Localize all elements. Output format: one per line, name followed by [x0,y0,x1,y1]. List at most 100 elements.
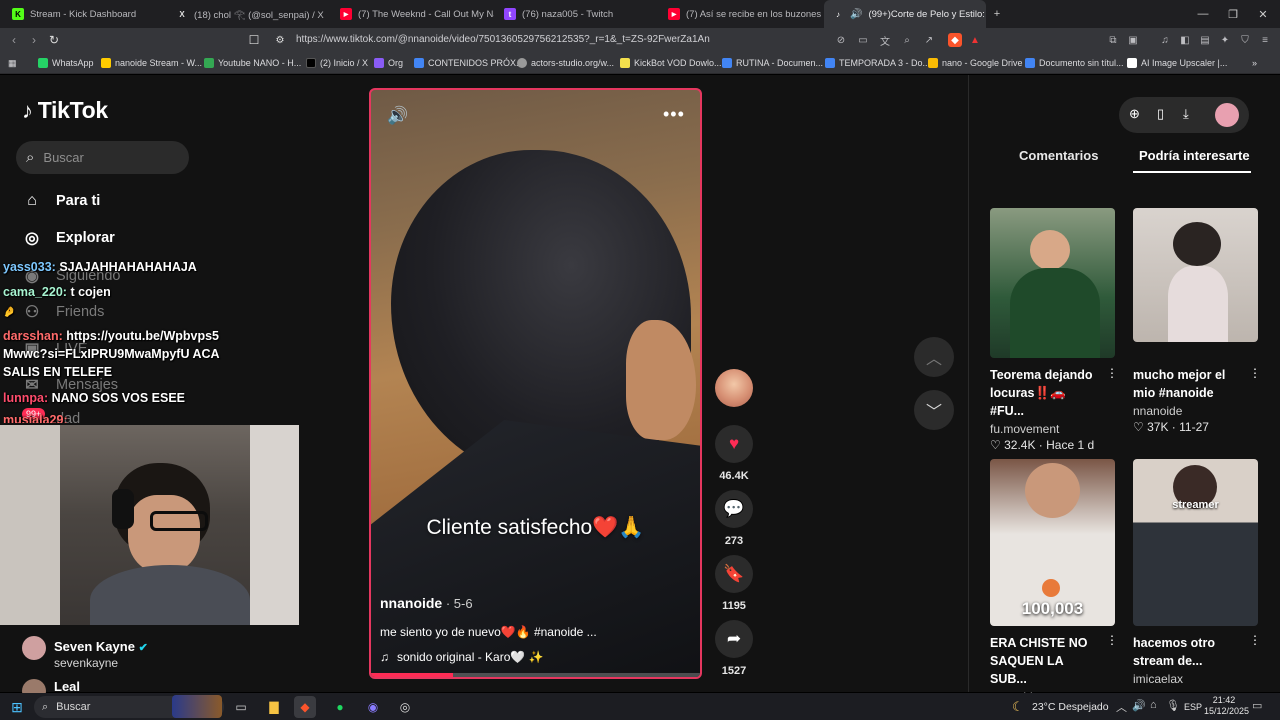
bookmark-item[interactable]: CONTENIDOS PRÓX... [414,56,524,70]
bookmark-item[interactable]: Documento sin títul... [1025,56,1124,70]
like-button[interactable]: ♥ 46.4K [715,425,753,482]
more-options-icon[interactable]: ⋮ [1106,366,1118,380]
clock[interactable]: 21:42 15/12/2025 [1204,695,1249,717]
following-name[interactable]: Seven Kayne ✔ [54,639,148,654]
video-author[interactable]: nnanoide · 5-6 [380,595,473,611]
extensions-icon[interactable]: ⧉ [1106,33,1120,47]
obs-icon[interactable]: ◎ [394,696,416,718]
coins-icon[interactable]: ⊕ [1129,106,1140,122]
forward-icon[interactable]: › [26,32,42,48]
volume-icon[interactable]: 🔊 [387,106,408,126]
cast-icon[interactable]: ▭ [856,33,870,47]
windows-start-icon[interactable]: ⊞ [6,696,28,718]
more-options-icon[interactable]: ⋮ [1249,633,1261,647]
reader-icon[interactable]: ⊘ [834,33,848,47]
tab-recommended[interactable]: Podría interesarte [1139,148,1250,163]
translate-icon[interactable]: 文 [878,33,892,48]
bookmark-item[interactable]: nanoide Stream - W... [101,56,202,70]
bookmark-item[interactable]: AI Image Upscaler |... [1127,56,1227,70]
site-info-icon[interactable]: ⚙ [272,32,288,48]
discord-icon[interactable]: ◉ [362,696,384,718]
nav-for-you[interactable]: ⌂ Para ti [22,191,100,211]
brave-browser-icon[interactable]: ◆ [294,696,316,718]
video-sound[interactable]: ♫ sonido original - Karo🤍 ✨ [380,650,544,664]
bookmark-item[interactable]: RUTINA - Documen... [722,56,823,70]
comment-button[interactable]: 💬 273 [715,490,753,547]
next-video-button[interactable]: ﹀ [914,390,954,430]
more-bookmarks-icon[interactable]: » [1252,56,1257,70]
brave-shield-icon[interactable]: ◆ [948,33,962,47]
spotify-icon[interactable]: ● [329,696,351,718]
zoom-icon[interactable]: ⌕ [900,33,914,47]
video-thumbnail[interactable] [1133,208,1258,342]
restore-icon[interactable]: ❐ [1218,0,1248,28]
brave-rewards-icon[interactable]: ▲ [968,33,982,47]
language-indicator[interactable]: ESP [1184,702,1202,712]
task-view-icon[interactable]: ▭ [230,696,252,718]
video-thumbnail[interactable]: 100,003 [990,459,1115,626]
tiktok-logo[interactable]: ♪ TikTok [22,97,108,124]
bookmark-item[interactable]: KickBot VOD Dowlo... [620,56,722,70]
close-window-icon[interactable]: ✕ [1248,0,1278,28]
profile-avatar[interactable] [1215,103,1239,127]
notifications-icon[interactable]: ▭ [1252,699,1262,712]
minimize-icon[interactable]: — [1188,0,1218,28]
reload-icon[interactable]: ↻ [46,32,62,48]
video-card-author[interactable]: fu.movement [990,422,1115,436]
network-icon[interactable]: ⌂ [1150,699,1157,711]
browser-tab[interactable]: ▶ (7) Así se recibe en los buzones de la [660,0,822,28]
video-description[interactable]: me siento yo de nuevo❤️🔥 #nanoide ... [380,625,597,639]
browser-tab[interactable]: X (18) chol 𓂀 (@sol_senpai) / X [168,0,330,28]
bookmark-item[interactable]: (2) Inicio / X [306,56,368,70]
mic-icon[interactable]: 🎙 [1166,699,1180,712]
tray-chevron-icon[interactable]: ︿ [1116,699,1127,715]
vpn-icon[interactable]: ⛉ [1238,33,1252,47]
more-options-icon[interactable]: ••• [663,104,685,125]
phone-icon[interactable]: ▯ [1157,106,1164,122]
download-icon[interactable]: ⤓ [1183,106,1189,122]
video-card[interactable]: 100,003 ERA CHISTE NO SAQUEN LA SUB... n… [990,459,1118,704]
bookmark-item[interactable]: Org [374,56,403,70]
apps-icon[interactable]: ▦ [8,56,17,70]
new-tab-icon[interactable]: + [982,0,1012,28]
speaker-icon[interactable]: 🔊 [850,9,862,20]
weather-text[interactable]: 23°C Despejado [1032,701,1109,713]
file-explorer-icon[interactable]: ▇ [263,696,285,718]
wallet2-icon[interactable]: ▤ [1198,33,1212,47]
wallet-icon[interactable]: ▣ [1126,33,1140,47]
following-name[interactable]: Leal [54,679,80,694]
previous-video-button[interactable]: ︿ [914,337,954,377]
video-thumbnail[interactable] [990,208,1115,358]
video-card[interactable]: Teorema dejando locuras‼️🚗 #FU... fu.mov… [990,208,1118,452]
bookmark-item[interactable]: Youtube NANO - H... [204,56,301,70]
author-avatar[interactable] [715,369,753,407]
media-icon[interactable]: ♫ [1158,33,1172,47]
search-input[interactable]: ⌕ Buscar [16,141,189,174]
video-card-author[interactable]: nnanoide [1133,404,1258,418]
bookmark-icon[interactable]: ☐ [246,32,262,48]
nav-friends[interactable]: ⚇ Friends [22,302,105,322]
browser-tab[interactable]: K Stream - Kick Dashboard [4,0,166,28]
browser-tab[interactable]: t (76) naza005 - Twitch [496,0,658,28]
share-icon[interactable]: ↗ [922,33,936,47]
bookmark-item[interactable]: actors-studio.org/w... [517,56,614,70]
save-button[interactable]: 🔖 1195 [715,555,753,612]
more-options-icon[interactable]: ⋮ [1249,366,1261,380]
nav-explore[interactable]: ◎ Explorar [22,228,115,248]
bookmark-item[interactable]: TEMPORADA 3 - Do... [825,56,930,70]
video-thumbnail[interactable]: streamer [1133,459,1258,626]
browser-tab-active[interactable]: ♪ 🔊 (99+)Corte de Pelo y Estilo: M ✕ [824,0,986,28]
video-card-title[interactable]: Teorema dejando locuras‼️🚗 #FU... [990,366,1102,420]
video-card-title[interactable]: ERA CHISTE NO SAQUEN LA SUB... [990,634,1102,688]
back-icon[interactable]: ‹ [6,32,22,48]
video-progress-bar[interactable] [371,673,700,677]
video-card-author[interactable]: imicaelax [1133,672,1258,686]
video-card[interactable]: streamer hacemos otro stream de... imica… [1133,459,1261,686]
menu-icon[interactable]: ≡ [1258,33,1272,47]
bookmark-item[interactable]: WhatsApp [38,56,94,70]
bookmark-item[interactable]: nano - Google Drive [928,56,1023,70]
browser-tab[interactable]: ▶ (7) The Weeknd - Call Out My Name [332,0,494,28]
avatar[interactable] [22,636,46,660]
volume-icon[interactable]: 🔊 [1132,699,1146,712]
sidebar-icon[interactable]: ◧ [1178,33,1192,47]
